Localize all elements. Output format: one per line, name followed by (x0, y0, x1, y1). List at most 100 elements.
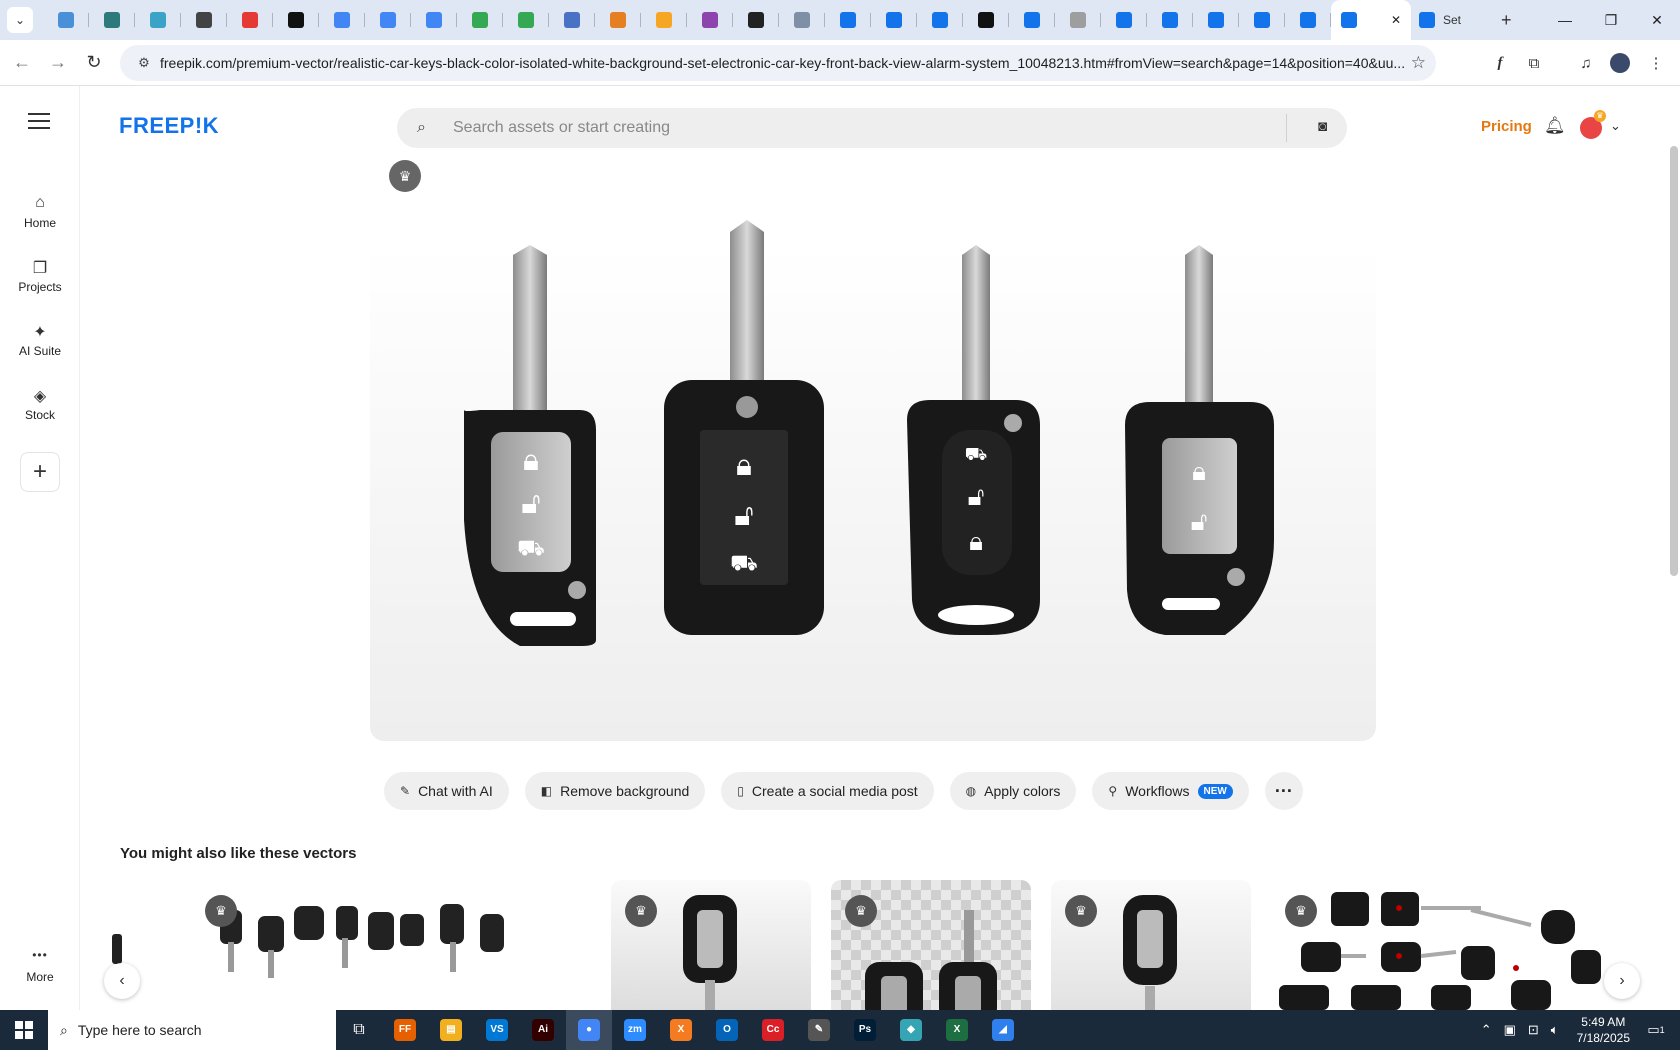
nav-item-home[interactable]: ⌂ Home (0, 194, 80, 230)
network-icon[interactable]: ⊡ (1528, 1022, 1539, 1038)
tray-app-icon[interactable]: ▣ (1504, 1022, 1516, 1038)
nav-item-stock[interactable]: ◈ Stock (0, 386, 80, 422)
remove-background-button[interactable]: ◧ Remove background (524, 772, 706, 810)
tab-favicon-icon (196, 12, 212, 28)
minimize-icon[interactable]: — (1542, 0, 1588, 40)
browser-tab[interactable] (503, 0, 549, 40)
browser-tab[interactable] (457, 0, 503, 40)
browser-tab[interactable] (43, 0, 89, 40)
browser-tab[interactable] (1009, 0, 1055, 40)
nav-item-projects[interactable]: ❐ Projects (0, 258, 80, 294)
taskbar-app-icon[interactable]: Ai (520, 1010, 566, 1050)
taskbar-app-icon[interactable]: zm (612, 1010, 658, 1050)
browser-tab[interactable] (1055, 0, 1101, 40)
taskbar-app-icon[interactable]: ✎ (796, 1010, 842, 1050)
browser-tab[interactable] (273, 0, 319, 40)
create-social-post-button[interactable]: ▯ Create a social media post (721, 772, 934, 810)
browser-tab[interactable] (89, 0, 135, 40)
browser-tab-active[interactable]: ✕ (1331, 0, 1411, 40)
related-thumbnail[interactable]: ♛ (831, 880, 1031, 1010)
taskbar-app-icon[interactable]: ▤ (428, 1010, 474, 1050)
taskbar-app-icon[interactable]: X (658, 1010, 704, 1050)
workflows-button[interactable]: ⚲ Workflows NEW (1092, 772, 1249, 810)
search-input[interactable] (453, 119, 1273, 137)
chat-with-ai-button[interactable]: ✎ Chat with AI (384, 772, 509, 810)
task-view-icon[interactable]: ⧉ (336, 1010, 382, 1050)
browser-tab[interactable] (319, 0, 365, 40)
more-options-button[interactable]: ··· (1264, 772, 1303, 810)
browser-tab[interactable]: Set (1411, 0, 1491, 40)
browser-tab[interactable] (411, 0, 457, 40)
related-thumbnail[interactable]: ♛ (110, 880, 510, 1010)
more-dots-icon: ••• (32, 948, 48, 962)
nav-item-ai-suite[interactable]: ✦ AI Suite (0, 322, 80, 358)
taskbar-app-icon[interactable]: ◆ (888, 1010, 934, 1050)
carousel-next-button[interactable]: › (1604, 963, 1640, 999)
forward-button[interactable]: → (40, 45, 76, 81)
browser-tab[interactable] (733, 0, 779, 40)
browser-tab[interactable] (135, 0, 181, 40)
taskbar-app-icon[interactable]: ● (566, 1010, 612, 1050)
back-button[interactable]: ← (4, 45, 40, 81)
browser-tab[interactable] (549, 0, 595, 40)
extensions-puzzle-icon[interactable]: ⧉ (1520, 49, 1548, 77)
taskbar-app-icon[interactable]: ◢ (980, 1010, 1026, 1050)
related-thumbnail[interactable]: ♛ (611, 880, 811, 1010)
bookmark-star-icon[interactable]: ☆ (1411, 53, 1426, 73)
browser-tab[interactable] (1147, 0, 1193, 40)
browser-tab[interactable] (917, 0, 963, 40)
browser-tab[interactable] (687, 0, 733, 40)
menu-hamburger-icon[interactable] (28, 113, 50, 129)
camera-icon[interactable]: ◙ (1318, 118, 1327, 135)
browser-tab[interactable] (779, 0, 825, 40)
taskbar-app-icon[interactable]: Ps (842, 1010, 888, 1050)
pricing-link[interactable]: Pricing (1481, 118, 1532, 135)
windows-start-button[interactable] (0, 1010, 48, 1050)
nav-label: AI Suite (18, 344, 62, 358)
tab-search-menu-button[interactable]: ⌄ (7, 7, 33, 33)
related-thumbnail[interactable]: ♛ (1271, 880, 1625, 1010)
reload-button[interactable]: ↻ (76, 45, 112, 81)
site-info-icon[interactable]: ⚙ (128, 55, 160, 71)
browser-tab[interactable] (595, 0, 641, 40)
extension-font-icon[interactable]: f (1486, 49, 1514, 77)
tab-close-icon[interactable]: ✕ (1391, 13, 1401, 27)
close-window-icon[interactable]: ✕ (1634, 0, 1680, 40)
browser-tab[interactable] (641, 0, 687, 40)
page-scrollbar[interactable] (1670, 146, 1678, 576)
freepik-logo[interactable]: FREEP!K (119, 113, 219, 139)
taskbar-app-icon[interactable]: FF (382, 1010, 428, 1050)
apply-colors-button[interactable]: ◍ Apply colors (949, 772, 1077, 810)
browser-menu-icon[interactable]: ⋮ (1642, 49, 1670, 77)
taskbar-app-icon[interactable]: X (934, 1010, 980, 1050)
taskbar-app-icon[interactable]: O (704, 1010, 750, 1050)
new-tab-button[interactable]: + (1501, 10, 1512, 31)
carousel-prev-button[interactable]: ‹ (104, 963, 140, 999)
chevron-down-icon[interactable]: ⌄ (1610, 118, 1621, 134)
profile-avatar-icon[interactable] (1606, 49, 1634, 77)
clock[interactable]: 5:49 AM 7/18/2025 (1577, 1014, 1630, 1046)
browser-tab[interactable] (365, 0, 411, 40)
add-button[interactable]: + (20, 452, 60, 492)
browser-tab[interactable] (227, 0, 273, 40)
browser-tab[interactable] (1101, 0, 1147, 40)
nav-item-more[interactable]: ••• More (0, 948, 80, 984)
taskbar-search-box[interactable]: ⌕ Type here to search (48, 1010, 336, 1050)
notification-center-icon[interactable]: ▭ 1 (1642, 1016, 1670, 1044)
notifications-bell-icon[interactable]: 🔔︎ (1544, 116, 1566, 136)
media-control-icon[interactable]: ♫ (1572, 49, 1600, 77)
volume-icon[interactable]: 🔈︎ (1551, 1022, 1559, 1038)
browser-tab[interactable] (1193, 0, 1239, 40)
address-bar[interactable]: ⚙ freepik.com/premium-vector/realistic-c… (120, 45, 1436, 81)
restore-icon[interactable]: ❐ (1588, 0, 1634, 40)
taskbar-app-icon[interactable]: VS (474, 1010, 520, 1050)
browser-tab[interactable] (1239, 0, 1285, 40)
related-thumbnail[interactable]: ♛ (1051, 880, 1251, 1010)
browser-tab[interactable] (963, 0, 1009, 40)
browser-tab[interactable] (871, 0, 917, 40)
tray-overflow-icon[interactable]: ⌃ (1481, 1022, 1492, 1038)
browser-tab[interactable] (825, 0, 871, 40)
taskbar-app-icon[interactable]: Cc (750, 1010, 796, 1050)
browser-tab[interactable] (1285, 0, 1331, 40)
browser-tab[interactable] (181, 0, 227, 40)
